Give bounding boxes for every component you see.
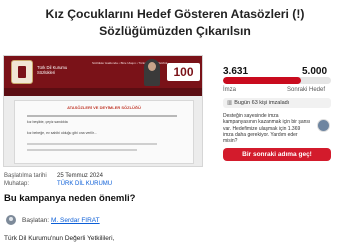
anniversary-badge: 100 <box>167 63 200 81</box>
start-date-label: Başlatılma tarihi <box>4 173 47 179</box>
today-signatures-text: Bugün 63 kişi imzaladı <box>234 100 290 106</box>
image-panel-line-1: kız beşikte, çeyiz sandıkta <box>27 120 68 124</box>
image-divider <box>27 149 137 151</box>
signature-count: 3.631 <box>223 66 249 77</box>
portrait-icon <box>144 59 160 86</box>
target-link[interactable]: TÜRK DİL KURUMU <box>57 181 112 187</box>
goal-count: 5.000 <box>302 66 328 77</box>
supporter-avatar <box>317 119 330 132</box>
image-site-name: Türk Dil Kurumu Sözlükleri <box>37 65 68 75</box>
support-info-text: Desteğin sayesinde imza kampanyasının ka… <box>223 113 311 145</box>
starter-label: Başlatan: <box>22 217 50 224</box>
progress-bar <box>223 77 331 84</box>
image-header-band: Türk Dil Kurumu Sözlükleri Sözlükler Hak… <box>4 56 202 88</box>
starter-avatar[interactable] <box>6 215 16 225</box>
image-divider <box>27 143 157 145</box>
signature-count-label: İmza <box>223 87 237 93</box>
chart-icon: ▥ <box>227 100 233 106</box>
image-panel-line-2: kız bebeğe, ev sahibi olduğu gibi ona ve… <box>27 131 97 135</box>
petition-image: Türk Dil Kurumu Sözlükleri Sözlükler Hak… <box>3 55 203 167</box>
image-panel-heading: ATASÖZLERİ VE DEYİMLER SÖZLÜĞÜ <box>67 105 141 110</box>
petition-title: Kız Çocuklarını Hedef Gösteren Atasözler… <box>45 7 305 38</box>
tdk-logo-icon <box>11 60 33 84</box>
support-info: Desteğin sayesinde imza kampanyasının ka… <box>223 113 331 145</box>
target-label: Muhatap: <box>4 181 30 187</box>
next-step-button[interactable]: Bir sonraki adıma geç! <box>223 148 331 161</box>
image-subband <box>4 88 202 96</box>
progress-fill <box>223 77 302 84</box>
image-content-panel: ATASÖZLERİ VE DEYİMLER SÖZLÜĞÜ kız beşik… <box>14 100 194 164</box>
starter-name-link[interactable]: M. Serdar FIRAT <box>51 217 100 224</box>
why-heading: Bu kampanya neden önemli? <box>4 193 136 204</box>
description-first-line: Türk Dil Kurumu'nun Değerli Yetkilileri, <box>4 235 115 242</box>
goal-label: Sonraki Hedef <box>287 87 326 93</box>
start-date-value: 25 Temmuz 2024 <box>57 173 103 179</box>
today-signatures-badge: ▥ Bugün 63 kişi imzaladı <box>223 98 331 108</box>
image-divider <box>27 115 177 117</box>
